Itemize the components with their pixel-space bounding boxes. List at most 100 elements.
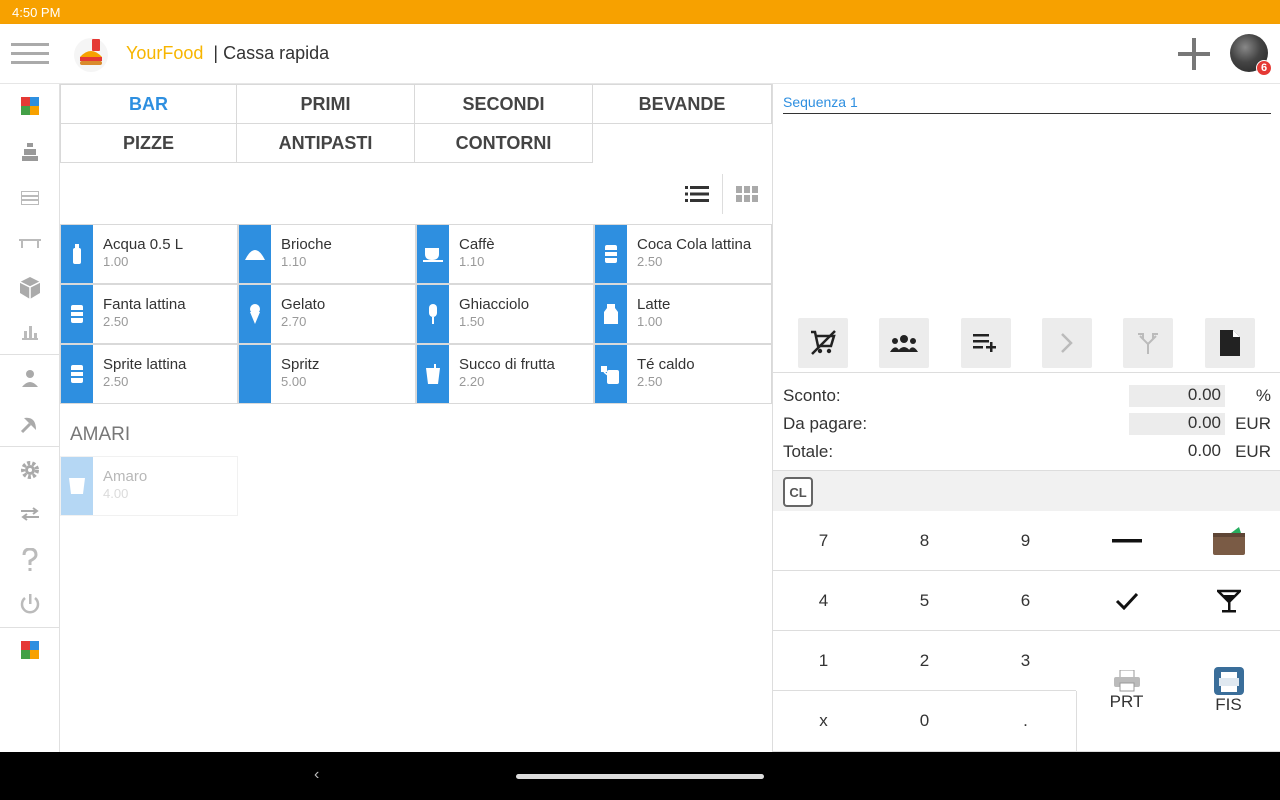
confirm-key[interactable] (1076, 571, 1178, 631)
tab-antipasti[interactable]: ANTIPASTI (236, 123, 415, 163)
sidebar-item-stats[interactable] (0, 310, 59, 354)
document-icon (1220, 330, 1240, 356)
ice-cream-icon (250, 304, 260, 324)
add-to-list-button[interactable] (961, 318, 1011, 368)
sidebar-item-delivery[interactable] (0, 402, 59, 446)
print-key[interactable]: PRT (1076, 631, 1178, 752)
hamburger-icon (11, 42, 49, 64)
can-icon (71, 365, 83, 383)
tab-bevande[interactable]: BEVANDE (592, 84, 772, 124)
sidebar-item-cash-register[interactable] (0, 130, 59, 174)
key-4[interactable]: 4 (773, 571, 875, 631)
product-name: Succo di frutta (459, 356, 555, 373)
sidebar-item-settings[interactable] (0, 448, 59, 492)
product-tile[interactable]: Sprite lattina 2.50 (60, 344, 238, 404)
avatar[interactable]: 6 (1230, 34, 1272, 76)
sidebar-item-logout[interactable] (0, 582, 59, 626)
key-8[interactable]: 8 (874, 511, 976, 571)
due-input[interactable]: 0.00 (1129, 413, 1225, 435)
key-2[interactable]: 2 (874, 631, 976, 691)
discount-row: Sconto: 0.00 % (783, 383, 1271, 409)
key-1[interactable]: 1 (773, 631, 875, 691)
bar-chart-icon (21, 326, 38, 340)
key-6[interactable]: 6 (975, 571, 1077, 631)
sidebar-item-sync[interactable] (0, 492, 59, 536)
key-multiply[interactable]: x (773, 691, 875, 752)
box-icon (19, 277, 40, 299)
milk-icon (604, 304, 618, 324)
product-price: 2.20 (459, 374, 485, 389)
menu-button[interactable] (0, 24, 60, 84)
discount-input[interactable]: 0.00 (1129, 385, 1225, 407)
product-tile[interactable]: Latte 1.00 (594, 284, 772, 344)
key-decimal[interactable]: . (975, 691, 1077, 752)
page-title: | Cassa rapida (213, 43, 330, 63)
document-button[interactable] (1205, 318, 1255, 368)
clear-button[interactable]: CL (783, 477, 813, 507)
sidebar-item-customers[interactable] (0, 356, 59, 400)
key-7[interactable]: 7 (773, 511, 875, 571)
tab-bar[interactable]: BAR (60, 84, 237, 124)
key-5[interactable]: 5 (874, 571, 976, 631)
sidebar-item-products[interactable] (0, 266, 59, 310)
sequence-field[interactable]: Sequenza 1 (783, 94, 1271, 114)
tab-primi[interactable]: PRIMI (236, 84, 415, 124)
total-row: Totale: 0.00 EUR (783, 439, 1271, 465)
sidebar-item-tables[interactable] (0, 220, 59, 264)
swap-arrows-icon (20, 507, 39, 521)
cocktail-key[interactable] (1177, 571, 1280, 631)
next-button[interactable] (1042, 318, 1092, 368)
tab-contorni[interactable]: CONTORNI (414, 123, 593, 163)
key-3[interactable]: 3 (975, 631, 1077, 691)
cash-register-icon (21, 143, 38, 161)
product-price: 2.50 (637, 374, 663, 389)
product-price: 4.00 (103, 486, 129, 501)
product-tile[interactable]: Ghiacciolo 1.50 (416, 284, 594, 344)
cart-remove-icon (811, 330, 836, 355)
cash-drawer-key[interactable] (1177, 511, 1280, 571)
product-tile[interactable]: Coca Cola lattina 2.50 (594, 224, 772, 284)
grid-icon (736, 186, 759, 202)
customers-button[interactable] (879, 318, 929, 368)
product-tile[interactable]: Gelato 2.70 (238, 284, 416, 344)
discount-label: Sconto: (783, 386, 841, 405)
split-button[interactable] (1123, 318, 1173, 368)
product-tile[interactable]: Fanta lattina 2.50 (60, 284, 238, 344)
sidebar-item-list[interactable] (0, 176, 59, 220)
key-9[interactable]: 9 (975, 511, 1077, 571)
product-name: Sprite lattina (103, 356, 187, 373)
sidebar-item-help[interactable] (0, 538, 59, 582)
fiscal-key[interactable]: FIS (1177, 631, 1280, 752)
product-tile[interactable]: Caffè 1.10 (416, 224, 594, 284)
product-tile[interactable]: Amaro 4.00 (60, 456, 238, 516)
list-view-button[interactable] (672, 174, 722, 214)
croissant-icon (245, 250, 265, 260)
discount-unit: % (1255, 386, 1271, 405)
home-gesture-bar[interactable] (516, 774, 764, 779)
product-price: 2.70 (281, 314, 307, 329)
clear-cart-button[interactable] (798, 318, 848, 368)
due-label: Da pagare: (783, 414, 868, 433)
tab-pizze[interactable]: PIZZE (60, 123, 237, 163)
tab-secondi[interactable]: SECONDI (414, 84, 593, 124)
minus-key[interactable] (1076, 511, 1178, 571)
sidebar-item-app[interactable] (0, 628, 59, 672)
sidebar-item-home[interactable] (0, 84, 59, 128)
product-tile[interactable]: Succo di frutta 2.20 (416, 344, 594, 404)
key-0[interactable]: 0 (874, 691, 976, 752)
app-logo-icon (74, 37, 108, 72)
product-name: Té caldo (637, 356, 695, 373)
status-time: 4:50 PM (12, 4, 61, 20)
add-button[interactable] (1176, 36, 1212, 72)
product-tile[interactable]: Brioche 1.10 (238, 224, 416, 284)
back-icon[interactable]: ‹ (314, 766, 319, 784)
person-icon (21, 370, 38, 387)
fiscal-key-label: FIS (1215, 695, 1242, 714)
grid-view-button[interactable] (722, 174, 772, 214)
view-toggles (672, 174, 772, 214)
product-tile[interactable]: Té caldo 2.50 (594, 344, 772, 404)
printer-icon (1113, 670, 1140, 692)
keypad: 7 8 9 4 5 6 1 2 3 PRT FIS x 0 . (773, 511, 1280, 752)
product-tile[interactable]: Acqua 0.5 L 1.00 (60, 224, 238, 284)
product-tile[interactable]: Spritz 5.00 (238, 344, 416, 404)
